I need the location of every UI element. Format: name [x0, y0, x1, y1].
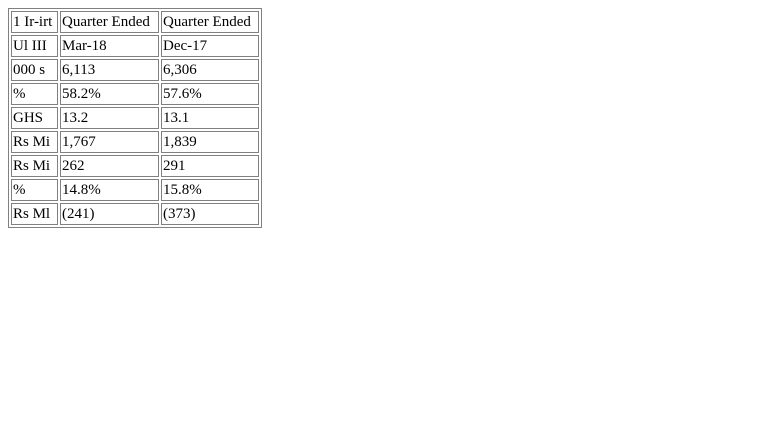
table-cell: 1,839	[161, 131, 259, 153]
table-row: % 58.2% 57.6%	[11, 83, 259, 105]
table-cell: Rs Ml	[11, 203, 58, 225]
table-cell: Rs Mi	[11, 155, 58, 177]
table-cell: 13.1	[161, 107, 259, 129]
table-cell: 13.2	[60, 107, 159, 129]
table-cell: GHS	[11, 107, 58, 129]
table-cell: %	[11, 179, 58, 201]
table-row: Ul III Mar-18 Dec-17	[11, 35, 259, 57]
table-cell: (373)	[161, 203, 259, 225]
table-row: GHS 13.2 13.1	[11, 107, 259, 129]
table-cell: Rs Mi	[11, 131, 58, 153]
table-row: % 14.8% 15.8%	[11, 179, 259, 201]
table-cell: 262	[60, 155, 159, 177]
table-cell: Dec-17	[161, 35, 259, 57]
table-cell: 1 Ir-irt	[11, 11, 58, 33]
data-table: 1 Ir-irt Quarter Ended Quarter Ended Ul …	[8, 8, 262, 228]
table-cell: 58.2%	[60, 83, 159, 105]
table-row: Rs Mi 262 291	[11, 155, 259, 177]
table-cell: Ul III	[11, 35, 58, 57]
page: 1 Ir-irt Quarter Ended Quarter Ended Ul …	[0, 0, 764, 433]
table-row: 000 s 6,113 6,306	[11, 59, 259, 81]
table-cell: 6,113	[60, 59, 159, 81]
table-cell: 6,306	[161, 59, 259, 81]
table-row: Rs Ml (241) (373)	[11, 203, 259, 225]
table-cell: Quarter Ended	[161, 11, 259, 33]
table-row-header: 1 Ir-irt Quarter Ended Quarter Ended	[11, 11, 259, 33]
table-cell: (241)	[60, 203, 159, 225]
table-cell: Quarter Ended	[60, 11, 159, 33]
table-row: Rs Mi 1,767 1,839	[11, 131, 259, 153]
table-cell: 1,767	[60, 131, 159, 153]
table-cell: 14.8%	[60, 179, 159, 201]
table-cell: 291	[161, 155, 259, 177]
table-cell: 57.6%	[161, 83, 259, 105]
table-cell: 15.8%	[161, 179, 259, 201]
table-cell: Mar-18	[60, 35, 159, 57]
table-cell: 000 s	[11, 59, 58, 81]
table-cell: %	[11, 83, 58, 105]
